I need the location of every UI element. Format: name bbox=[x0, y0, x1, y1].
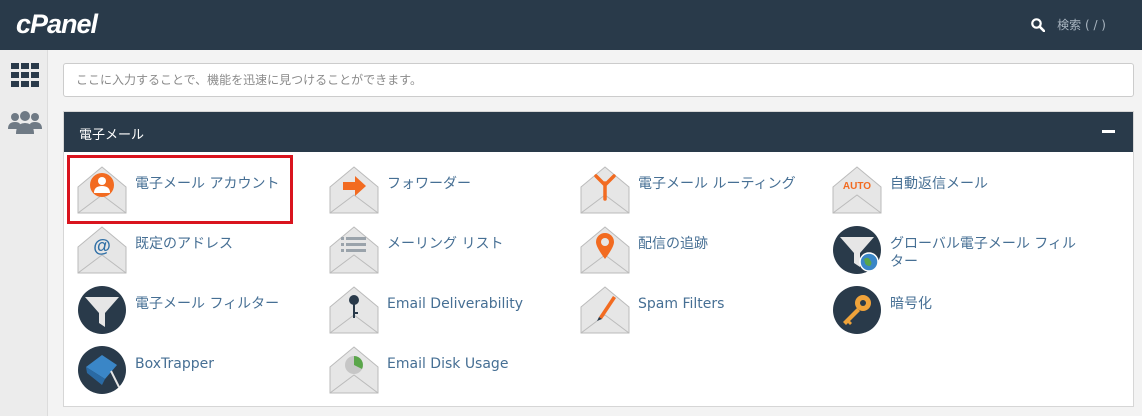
tool-boxtrapper[interactable]: BoxTrapper bbox=[77, 345, 335, 395]
forwarder-icon bbox=[329, 166, 379, 214]
tool-label: 自動返信メール bbox=[890, 176, 988, 192]
tool-label: Spam Filters bbox=[638, 296, 725, 312]
autoresponder-icon: AUTO bbox=[832, 166, 882, 214]
tool-label: Email Deliverability bbox=[387, 296, 524, 312]
tool-email-filters[interactable]: 電子メール フィルター bbox=[77, 285, 335, 335]
tool-default-address[interactable]: @ 既定のアドレス bbox=[77, 225, 335, 275]
collapse-icon[interactable] bbox=[1099, 122, 1119, 142]
boxtrapper-icon bbox=[78, 346, 126, 394]
tool-label: 配信の追跡 bbox=[638, 236, 708, 252]
top-bar: cPanel 検索 ( / ) bbox=[0, 0, 1142, 50]
users-icon[interactable] bbox=[8, 108, 42, 138]
tool-spam-filters[interactable]: Spam Filters bbox=[580, 285, 838, 335]
delivery-tracking-icon bbox=[580, 226, 630, 274]
tool-label: 既定のアドレス bbox=[135, 236, 233, 252]
tool-label: BoxTrapper bbox=[135, 356, 214, 372]
panel-header[interactable]: 電子メール bbox=[64, 112, 1133, 152]
tool-email-deliverability[interactable]: Email Deliverability bbox=[329, 285, 587, 335]
mailing-list-icon bbox=[329, 226, 379, 274]
tool-label: グローバル電子メール フィルター bbox=[890, 236, 1077, 270]
sidebar bbox=[0, 50, 48, 416]
svg-text:AUTO: AUTO bbox=[843, 181, 871, 192]
tool-label: 電子メール ルーティング bbox=[638, 176, 796, 192]
tool-email-routing[interactable]: 電子メール ルーティング bbox=[580, 165, 838, 215]
tool-mailing-lists[interactable]: メーリング リスト bbox=[329, 225, 587, 275]
tool-label: 暗号化 bbox=[890, 296, 932, 312]
panel-title: 電子メール bbox=[79, 128, 145, 143]
tool-email-disk-usage[interactable]: Email Disk Usage bbox=[329, 345, 587, 395]
tool-label: 電子メール フィルター bbox=[135, 296, 280, 312]
tool-label: フォワーダー bbox=[387, 176, 471, 192]
tool-autoresponders[interactable]: AUTO 自動返信メール bbox=[832, 165, 1090, 215]
global-filter-icon bbox=[833, 226, 881, 274]
tool-delivery-tracking[interactable]: 配信の追跡 bbox=[580, 225, 838, 275]
default-address-icon: @ bbox=[77, 226, 127, 274]
spam-filters-icon bbox=[580, 286, 630, 334]
cpanel-logo[interactable]: cPanel bbox=[16, 9, 98, 40]
highlight-box bbox=[67, 155, 293, 224]
header-search-label: 検索 ( / ) bbox=[1057, 18, 1106, 32]
email-deliverability-icon bbox=[329, 286, 379, 334]
tool-label: Email Disk Usage bbox=[387, 356, 509, 372]
tool-label: メーリング リスト bbox=[387, 236, 504, 252]
grid-icon[interactable] bbox=[8, 60, 42, 90]
search-icon bbox=[1031, 17, 1046, 32]
tool-forwarders[interactable]: フォワーダー bbox=[329, 165, 587, 215]
tool-global-email-filters[interactable]: グローバル電子メール フィルター bbox=[832, 225, 1090, 275]
email-routing-icon bbox=[580, 166, 630, 214]
encryption-icon bbox=[833, 286, 881, 334]
email-disk-usage-icon bbox=[329, 346, 379, 394]
tool-encryption[interactable]: 暗号化 bbox=[832, 285, 1090, 335]
header-search[interactable]: 検索 ( / ) bbox=[1031, 16, 1106, 33]
feature-search-input[interactable] bbox=[63, 63, 1134, 97]
svg-text:@: @ bbox=[93, 236, 111, 256]
email-filter-icon bbox=[78, 286, 126, 334]
